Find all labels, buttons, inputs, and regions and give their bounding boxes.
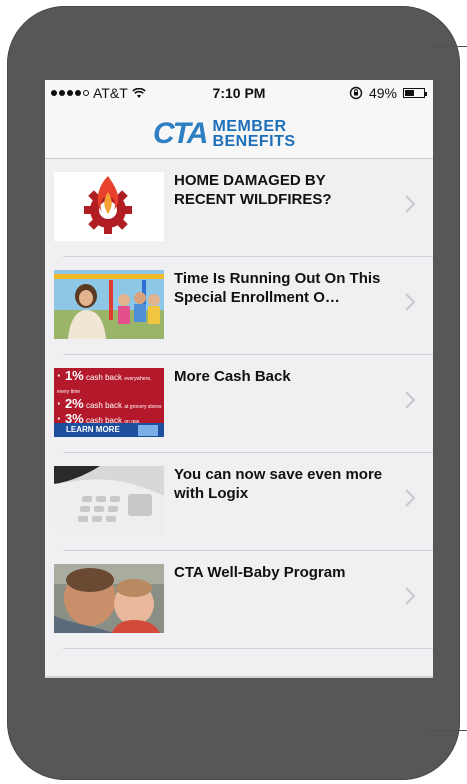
photo-kids-playground (54, 270, 164, 339)
list-item[interactable]: You can now save even more with Logix (54, 453, 433, 551)
list-item[interactable]: · 1% cash back everywhere, every time · … (54, 355, 433, 453)
decor-line-top (430, 46, 467, 47)
ad-sub-2: at grocery stores (124, 404, 162, 410)
ad-text-1: cash back (85, 373, 123, 382)
ad-pct-1: 1% (64, 368, 84, 383)
cta-member-benefits-logo: CTA MEMBER BENEFITS (153, 117, 296, 151)
decor-line-bottom (428, 730, 467, 731)
rotation-lock-icon (349, 86, 363, 100)
list-item[interactable]: HOME DAMAGED BY RECENT WILDFIRES? (54, 159, 433, 257)
list-item[interactable]: Time Is Running Out On This Special Enro… (54, 257, 433, 355)
chevron-right-icon (405, 293, 415, 311)
chevron-right-icon (405, 587, 415, 605)
item-title: Time Is Running Out On This Special Enro… (174, 270, 381, 306)
battery-percent: 49% (368, 85, 397, 101)
nav-bar: CTA MEMBER BENEFITS (45, 107, 433, 159)
chevron-right-icon (405, 391, 415, 409)
benefits-list: HOME DAMAGED BY RECENT WILDFIRES? Time I… (45, 159, 433, 649)
battery-group: 49% (349, 85, 427, 101)
chevron-right-icon (405, 195, 415, 213)
photo-parent-baby (54, 564, 164, 633)
item-title: You can now save even more with Logix (174, 466, 383, 502)
cash-back-ad: · 1% cash back everywhere, every time · … (54, 368, 164, 437)
chevron-right-icon (405, 489, 415, 507)
status-bar: AT&T 7:10 PM 49% (45, 80, 433, 107)
battery-icon (403, 88, 427, 98)
item-title: CTA Well-Baby Program (174, 564, 346, 581)
card-icon (138, 425, 158, 436)
item-title: HOME DAMAGED BY RECENT WILDFIRES? (174, 172, 332, 208)
list-item[interactable]: CTA Well-Baby Program (54, 551, 433, 649)
ad-learn-more: LEARN MORE (66, 425, 120, 434)
logo-line-1: MEMBER (212, 118, 287, 135)
logo-line-2: BENEFITS (212, 133, 296, 150)
app-screen: AT&T 7:10 PM 49% CTA MEMBER BENEFITS HOM… (45, 80, 433, 678)
ad-pct-2: 2% (64, 396, 84, 411)
item-title: More Cash Back (174, 368, 291, 385)
ad-text-2: cash back (85, 401, 123, 410)
flame-gear-icon (54, 172, 164, 241)
photo-telephone (54, 466, 164, 535)
logo-mark: CTA (153, 117, 208, 150)
screen-bottom-edge (45, 676, 433, 678)
